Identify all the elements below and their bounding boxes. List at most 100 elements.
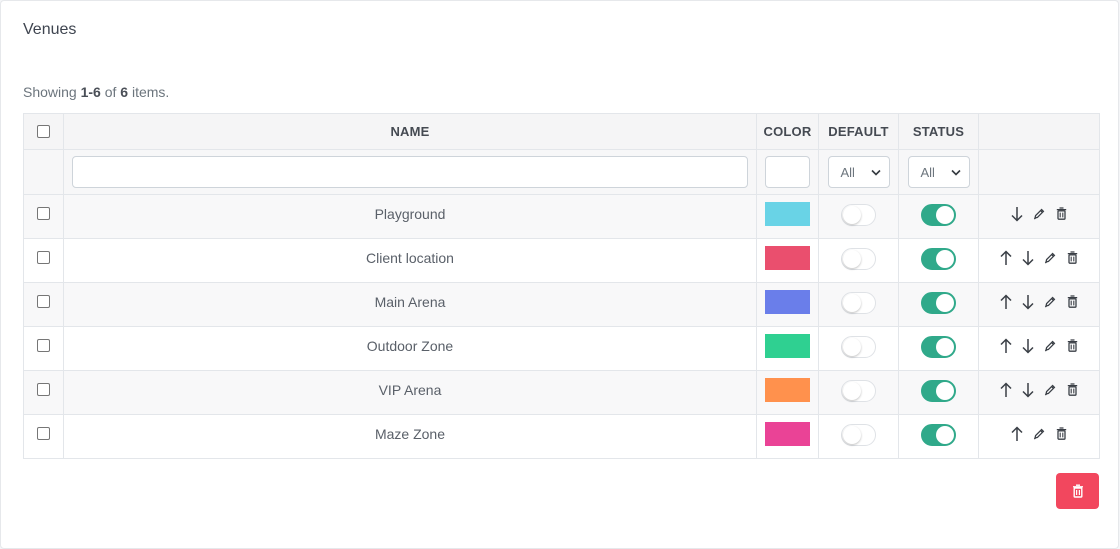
trash-icon[interactable]: [1054, 425, 1068, 443]
venue-default-cell: [818, 414, 899, 459]
default-filter-value: All: [840, 164, 855, 180]
status-toggle[interactable]: [921, 423, 956, 446]
row-select-cell: [23, 282, 64, 327]
filter-color-cell: [756, 149, 819, 195]
default-filter-select[interactable]: All: [827, 156, 890, 188]
row-select-cell: [23, 326, 64, 371]
toggle-knob: [936, 381, 954, 400]
status-toggle[interactable]: [921, 291, 956, 314]
row-actions: [979, 205, 1099, 223]
venue-default-cell: [818, 326, 899, 371]
venue-status-cell: [898, 326, 979, 371]
arrow-down-icon[interactable]: [1021, 249, 1035, 267]
default-toggle[interactable]: [841, 379, 876, 402]
filter-status-cell: All: [898, 149, 979, 195]
row-checkbox[interactable]: [37, 383, 50, 397]
column-header-color: COLOR: [756, 113, 819, 150]
arrow-down-icon[interactable]: [1021, 337, 1035, 355]
column-header-name[interactable]: NAME: [63, 113, 757, 150]
summary-prefix: Showing: [23, 84, 81, 100]
default-toggle[interactable]: [841, 247, 876, 270]
color-swatch: [765, 421, 810, 446]
trash-icon[interactable]: [1054, 205, 1068, 223]
row-select-cell: [23, 414, 64, 459]
summary-suffix: items.: [128, 84, 170, 100]
pencil-icon[interactable]: [1043, 337, 1057, 355]
table-row: Playground: [23, 194, 1100, 239]
pencil-icon[interactable]: [1043, 293, 1057, 311]
toggle-knob: [843, 205, 861, 224]
venue-actions-cell: [978, 326, 1100, 371]
row-actions: [979, 249, 1099, 267]
color-swatch: [765, 201, 810, 226]
filter-empty-cell: [23, 149, 64, 195]
venue-status-cell: [898, 370, 979, 415]
default-toggle[interactable]: [841, 335, 876, 358]
arrow-down-icon[interactable]: [1021, 381, 1035, 399]
status-toggle[interactable]: [921, 335, 956, 358]
status-toggle[interactable]: [921, 247, 956, 270]
table-row: Outdoor Zone: [23, 326, 1100, 371]
row-checkbox[interactable]: [37, 427, 50, 441]
trash-icon[interactable]: [1065, 381, 1079, 399]
toggle-knob: [843, 425, 861, 444]
table-row: Client location: [23, 238, 1100, 283]
row-actions: [979, 381, 1099, 399]
column-header-status[interactable]: STATUS: [898, 113, 979, 150]
pencil-icon[interactable]: [1032, 205, 1046, 223]
row-checkbox[interactable]: [37, 251, 50, 265]
trash-icon[interactable]: [1065, 293, 1079, 311]
status-toggle[interactable]: [921, 379, 956, 402]
venue-color-cell: [756, 194, 819, 239]
venue-status-cell: [898, 238, 979, 283]
row-select-cell: [23, 370, 64, 415]
default-toggle[interactable]: [841, 423, 876, 446]
toggle-knob: [843, 249, 861, 268]
bulk-delete-button[interactable]: [1056, 473, 1099, 509]
default-toggle[interactable]: [841, 203, 876, 226]
trash-icon[interactable]: [1065, 337, 1079, 355]
default-toggle[interactable]: [841, 291, 876, 314]
arrow-up-icon[interactable]: [999, 337, 1013, 355]
status-filter-value: All: [920, 164, 935, 180]
trash-icon[interactable]: [1065, 249, 1079, 267]
color-swatch: [765, 245, 810, 270]
select-all-checkbox[interactable]: [37, 125, 50, 139]
toggle-knob: [936, 337, 954, 356]
arrow-down-icon[interactable]: [1010, 205, 1024, 223]
pencil-icon[interactable]: [1043, 249, 1057, 267]
table-row: VIP Arena: [23, 370, 1100, 415]
name-filter-input[interactable]: [72, 156, 748, 188]
venue-actions-cell: [978, 370, 1100, 415]
venue-name-cell: Main Arena: [63, 282, 757, 327]
column-header-default[interactable]: DEFAULT: [818, 113, 899, 150]
venues-card: Venues Showing 1-6 of 6 items. NAME COLO…: [0, 0, 1119, 549]
toggle-knob: [843, 293, 861, 312]
venue-color-cell: [756, 326, 819, 371]
arrow-up-icon[interactable]: [1010, 425, 1024, 443]
page-title: Venues: [23, 21, 77, 38]
status-toggle[interactable]: [921, 203, 956, 226]
arrow-up-icon[interactable]: [999, 249, 1013, 267]
arrow-down-icon[interactable]: [1021, 293, 1035, 311]
pencil-icon[interactable]: [1032, 425, 1046, 443]
venue-name: Playground: [374, 205, 446, 222]
toggle-knob: [936, 425, 954, 444]
venue-name: Main Arena: [374, 293, 446, 310]
row-checkbox[interactable]: [37, 207, 50, 221]
color-swatch: [765, 333, 810, 358]
status-filter-select[interactable]: All: [907, 156, 970, 188]
row-checkbox[interactable]: [37, 339, 50, 353]
venue-default-cell: [818, 194, 899, 239]
venue-status-cell: [898, 282, 979, 327]
filter-actions-cell: [978, 149, 1100, 195]
pencil-icon[interactable]: [1043, 381, 1057, 399]
color-filter-input[interactable]: [765, 156, 810, 188]
venue-name: Outdoor Zone: [366, 337, 454, 354]
select-all-cell: [23, 113, 64, 150]
row-actions: [979, 425, 1099, 443]
arrow-up-icon[interactable]: [999, 293, 1013, 311]
row-checkbox[interactable]: [37, 295, 50, 309]
arrow-up-icon[interactable]: [999, 381, 1013, 399]
summary-of: of: [100, 84, 121, 100]
